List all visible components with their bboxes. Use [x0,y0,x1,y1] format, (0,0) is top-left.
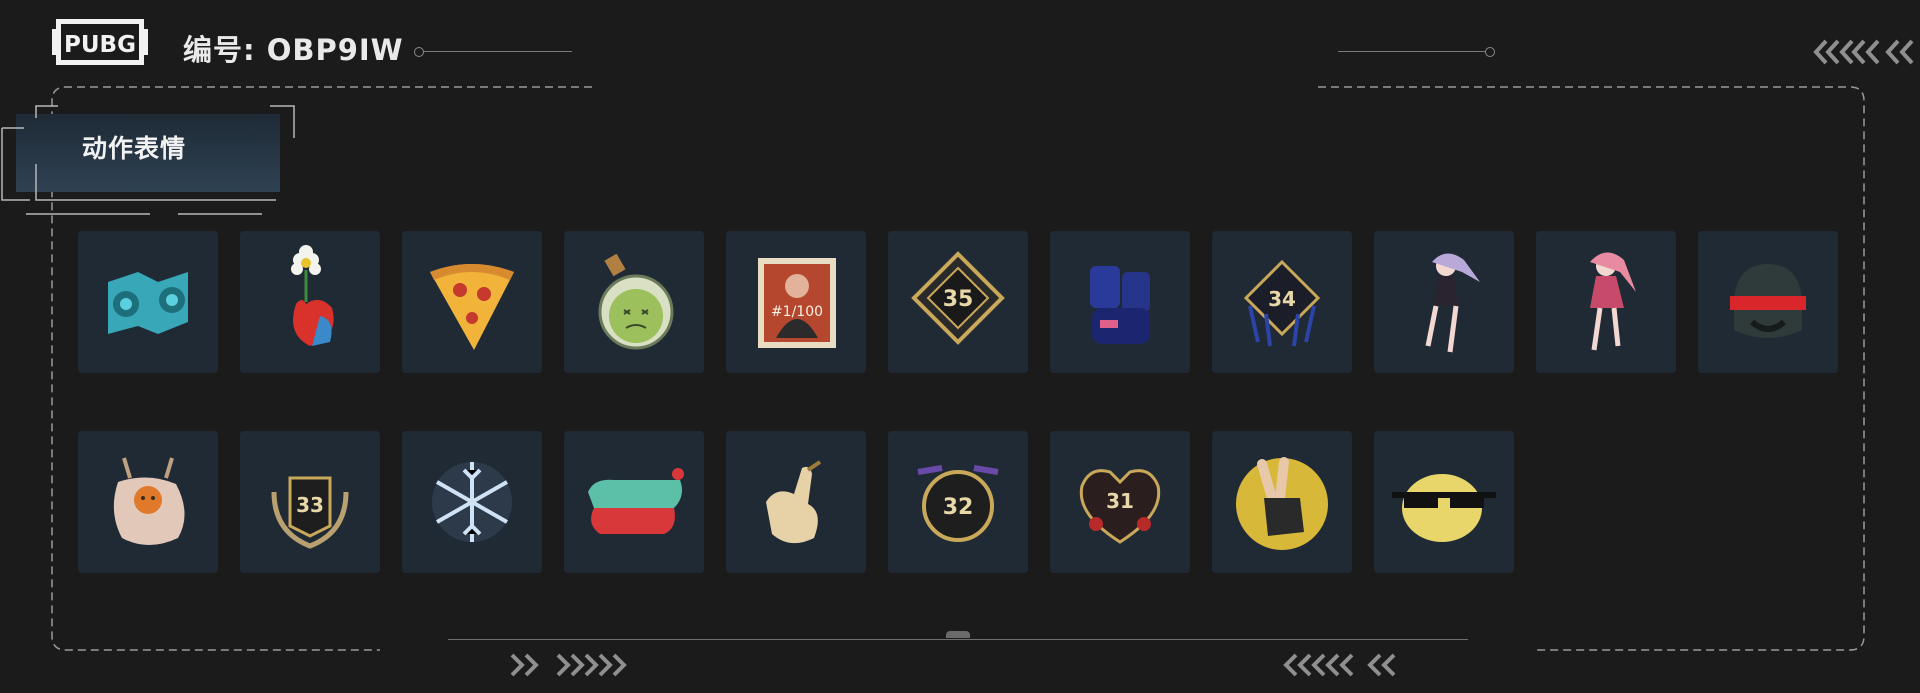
emote-tile[interactable] [564,431,704,573]
svg-text:#1/100: #1/100 [771,304,823,320]
teal-speakers-icon [108,272,188,334]
emote-tile[interactable] [1374,431,1514,573]
pubg-logo: PUBG [52,19,148,65]
svg-text:34: 34 [1268,287,1296,311]
emote-tile[interactable] [726,431,866,573]
svg-text:32: 32 [943,495,974,520]
emote-tile[interactable]: 35 [888,231,1028,373]
emote-tile[interactable] [1212,431,1352,573]
emote-tile[interactable]: #1/100 [726,231,866,373]
emote-tile[interactable]: 32 [888,431,1028,573]
lemon-sunglasses-icon [1392,474,1496,542]
helmet-visor-icon [1730,264,1806,338]
emote-tile[interactable] [402,231,542,373]
potion-bottle-icon [598,253,674,350]
graffiti-character-icon [1090,266,1150,344]
pizza-slice-icon [430,264,514,350]
emote-tile[interactable] [1050,231,1190,373]
tab-label: 动作表情 [81,134,186,163]
decor-line-left [424,51,572,52]
season-35-badge-icon: 35 [911,251,1005,345]
tab-emotes[interactable]: 动作表情 [1,105,295,215]
season-32-badge-icon: 32 [917,465,999,542]
chevrons-right-icon [510,653,627,677]
portrait-poster-icon: #1/100 [758,258,836,348]
season-31-heart-badge-icon: 31 [1079,469,1161,544]
decor-dot-left [414,47,424,57]
flower-heart-icon [291,245,334,346]
emote-tile[interactable] [240,231,380,373]
emote-tile[interactable] [1698,231,1838,373]
season-34-badge-icon: 34 [1243,259,1321,347]
snowflake-icon [432,462,512,542]
chevrons-left-bottom-icon [1283,653,1396,677]
svg-text:31: 31 [1106,489,1134,513]
chevrons-left-icon [1813,39,1914,65]
scroll-track [448,639,1468,640]
emote-tile[interactable]: 34 [1212,231,1352,373]
finger-heart-hand-icon [766,460,822,544]
fried-egg-creature-icon [113,457,185,545]
emote-tile[interactable] [1374,231,1514,373]
anime-girl-purple-icon [1425,253,1480,353]
logo-text: PUBG [64,32,136,58]
emote-tile[interactable]: 31 [1050,431,1190,573]
emote-tile[interactable] [1536,231,1676,373]
code-label: 编号: OBP9IW [183,33,404,67]
decor-line-right [1338,51,1486,52]
anime-girl-pink-icon [1590,252,1636,351]
decor-dot-right [1485,47,1495,57]
emote-tile[interactable] [78,431,218,573]
svg-text:33: 33 [296,493,324,517]
season-33-badge-icon: 33 [271,476,349,549]
emote-tile[interactable] [78,231,218,373]
svg-text:35: 35 [943,287,974,312]
emote-tile[interactable]: 33 [240,431,380,573]
graffiti-text-icon [588,468,684,534]
emote-tile[interactable] [564,231,704,373]
emote-tile[interactable] [402,431,542,573]
scroll-handle[interactable] [946,631,970,638]
peace-sign-hand-icon [1236,457,1328,550]
